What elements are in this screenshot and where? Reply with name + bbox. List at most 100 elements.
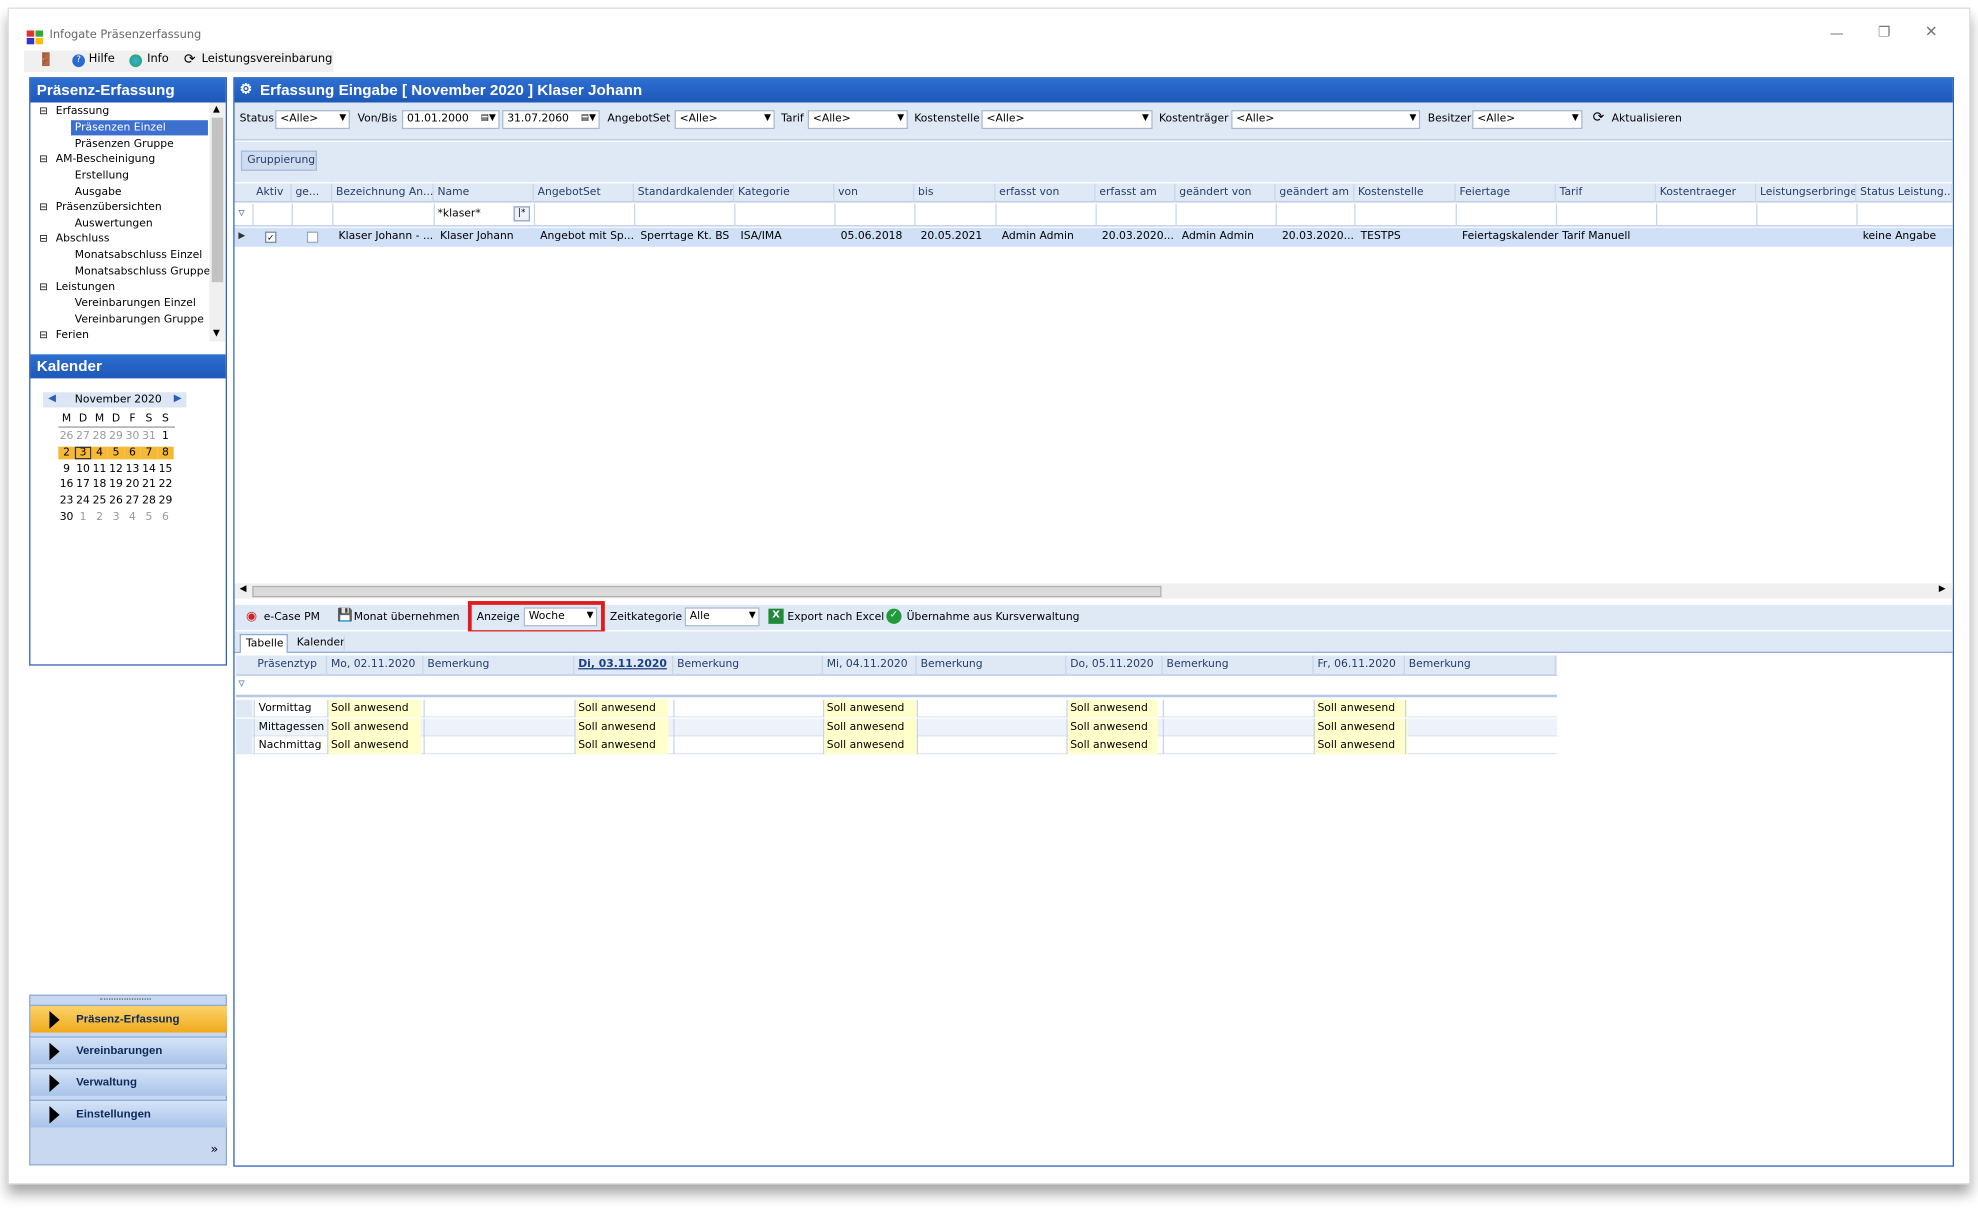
calendar-day[interactable]: 18 xyxy=(91,479,107,492)
calendar-day[interactable]: 4 xyxy=(91,446,108,460)
day-column-header[interactable]: Präsenztyp xyxy=(254,655,328,676)
soll-anwesend-cell[interactable]: Soll anwesend xyxy=(822,699,917,718)
monat-uebernehmen-button[interactable]: Monat übernehmen xyxy=(354,611,460,624)
gruppierung-button[interactable]: Gruppierung xyxy=(240,150,317,171)
column-header[interactable]: von xyxy=(834,183,915,203)
column-header[interactable]: Bezeichnung An... xyxy=(332,183,434,203)
bis-date-field[interactable]: 31.07.2060 ▤▼ xyxy=(502,110,600,130)
calendar-day[interactable]: 2 xyxy=(58,446,75,460)
scroll-up-icon[interactable]: ▲ xyxy=(213,104,220,114)
help-icon[interactable]: ? xyxy=(72,54,85,68)
column-header[interactable]: Feiertage xyxy=(1456,183,1556,203)
upper-hscrollbar[interactable]: ◀ ▶ xyxy=(234,583,1953,599)
tree-item[interactable]: Monatsabschluss Gruppe xyxy=(75,266,210,279)
column-header[interactable]: Kostenstelle xyxy=(1354,183,1456,203)
nav-einstellungen[interactable]: Einstellungen xyxy=(30,1099,227,1128)
soll-anwesend-cell[interactable]: Soll anwesend xyxy=(327,699,421,718)
kursverwaltung-button[interactable]: Übernahme aus Kursverwaltung xyxy=(907,611,1080,624)
calendar-day[interactable]: 22 xyxy=(157,479,173,492)
calendar-day[interactable]: 28 xyxy=(91,430,107,443)
hscroll-thumb[interactable] xyxy=(252,585,1162,598)
day-column-header[interactable]: Bemerkung xyxy=(673,655,823,676)
scroll-left-icon[interactable]: ◀ xyxy=(240,583,247,593)
soll-anwesend-cell[interactable]: Soll anwesend xyxy=(1313,718,1408,736)
tree-collapse-icon[interactable]: ⊟ xyxy=(39,153,47,164)
calendar-day[interactable]: 25 xyxy=(91,495,107,508)
tree-collapse-icon[interactable]: ⊟ xyxy=(39,201,47,212)
nav-verwaltung[interactable]: Verwaltung xyxy=(30,1067,227,1096)
export-excel-button[interactable]: Export nach Excel xyxy=(787,611,884,624)
row-indicator[interactable] xyxy=(235,736,253,755)
day-column-header[interactable]: Fr, 06.11.2020 xyxy=(1314,655,1405,676)
column-header[interactable]: AngebotSet xyxy=(534,183,634,203)
splitter-grip[interactable] xyxy=(100,998,151,1001)
column-header[interactable]: erfasst am xyxy=(1096,183,1176,203)
tree-item[interactable]: Auswertungen xyxy=(75,218,153,231)
tree-item[interactable]: Präsenzübersichten xyxy=(56,201,162,214)
calendar-day[interactable]: 1 xyxy=(157,430,173,443)
calendar-day[interactable]: 27 xyxy=(75,430,91,443)
calendar-day[interactable]: 26 xyxy=(58,430,74,443)
calendar-day[interactable]: 5 xyxy=(141,511,157,524)
next-month-icon[interactable]: ▶ xyxy=(174,392,182,403)
table-row[interactable]: Mittagessen Soll anwesend Soll anwesend Sol… xyxy=(235,718,1558,736)
tree-item-selected[interactable]: Präsenzen Einzel xyxy=(75,121,166,134)
tarif-select[interactable]: <Alle> ▼ xyxy=(807,110,908,130)
filter-operator-icon[interactable]: |* xyxy=(513,206,531,222)
column-header[interactable]: ge... xyxy=(292,183,333,203)
table-row[interactable]: Nachmittag Soll anwesend Soll anwesend Soll… xyxy=(235,736,1558,755)
calendar-day[interactable]: 27 xyxy=(124,495,140,508)
calendar-day[interactable]: 19 xyxy=(108,479,124,492)
column-header[interactable]: bis xyxy=(914,183,996,203)
table-row[interactable]: ▶ ✓ Klaser Johann - ... Klaser Johann Angeb… xyxy=(234,227,1953,247)
tree-item[interactable]: Leistungen xyxy=(56,281,115,294)
row-indicator[interactable] xyxy=(235,699,253,718)
column-header[interactable]: geändert am xyxy=(1276,183,1355,203)
calendar-day[interactable]: 29 xyxy=(108,430,124,443)
tree-collapse-icon[interactable]: ⊟ xyxy=(39,329,47,340)
info-button[interactable]: Info xyxy=(147,53,169,66)
tree-item[interactable]: Erstellung xyxy=(75,170,129,183)
restore-icon[interactable]: ❐ xyxy=(1878,24,1891,40)
soll-anwesend-cell[interactable]: Soll anwesend xyxy=(574,736,669,755)
tree-scrollbar[interactable]: ▲ ▼ xyxy=(209,102,226,342)
column-header[interactable]: Status Leistung... xyxy=(1856,183,1953,203)
leistungsvereinbarung-button[interactable]: Leistungsvereinbarung xyxy=(202,53,333,66)
calendar-picker-icon[interactable]: ▤▼ xyxy=(581,113,596,123)
tree-item[interactable]: Ferien xyxy=(56,329,89,342)
scroll-down-icon[interactable]: ▼ xyxy=(213,328,220,338)
soll-anwesend-cell[interactable]: Soll anwesend xyxy=(1066,736,1158,755)
nav-vereinbarungen[interactable]: Vereinbarungen xyxy=(30,1036,227,1065)
calendar-day[interactable]: 6 xyxy=(124,446,141,460)
calendar-day[interactable]: 30 xyxy=(124,430,140,443)
tree-collapse-icon[interactable]: ⊟ xyxy=(39,281,47,292)
calendar-day[interactable]: 28 xyxy=(141,495,157,508)
name-filter-input[interactable]: *klaser* xyxy=(434,205,485,223)
tab-tabelle[interactable]: Tabelle xyxy=(239,633,288,653)
soll-anwesend-cell[interactable]: Soll anwesend xyxy=(1313,736,1408,755)
calendar-day[interactable]: 20 xyxy=(124,479,140,492)
aktualisieren-button[interactable]: Aktualisieren xyxy=(1612,113,1682,126)
von-date-field[interactable]: 01.01.2000 ▤▼ xyxy=(401,110,500,130)
tree-item[interactable]: Erfassung xyxy=(56,105,109,118)
calendar-day[interactable]: 12 xyxy=(108,463,124,476)
calendar-day[interactable]: 31 xyxy=(141,430,157,443)
calendar-day[interactable]: 21 xyxy=(141,479,157,492)
calendar-day[interactable]: 3 xyxy=(108,511,124,524)
besitzer-select[interactable]: <Alle> ▼ xyxy=(1472,110,1583,130)
more-chevron-icon[interactable]: » xyxy=(210,1143,218,1157)
tree-item[interactable]: Vereinbarungen Gruppe xyxy=(75,314,204,327)
calendar-day[interactable]: 23 xyxy=(58,495,74,508)
close-icon[interactable]: ✕ xyxy=(1925,23,1938,41)
calendar-day[interactable]: 1 xyxy=(75,511,91,524)
day-column-header[interactable]: Mi, 04.11.2020 xyxy=(823,655,917,676)
calendar-picker-icon[interactable]: ▤▼ xyxy=(481,113,496,123)
tree-scroll-thumb[interactable] xyxy=(211,117,224,283)
calendar-day[interactable]: 5 xyxy=(107,446,125,460)
exit-icon[interactable]: 🚪 xyxy=(38,53,54,67)
calendar-day[interactable]: 14 xyxy=(141,463,157,476)
kostenstelle-select[interactable]: <Alle> ▼ xyxy=(981,110,1153,130)
tree-item[interactable]: Ausgabe xyxy=(75,186,122,199)
calendar-day[interactable]: 4 xyxy=(124,511,140,524)
soll-anwesend-cell[interactable]: Soll anwesend xyxy=(1066,699,1158,718)
